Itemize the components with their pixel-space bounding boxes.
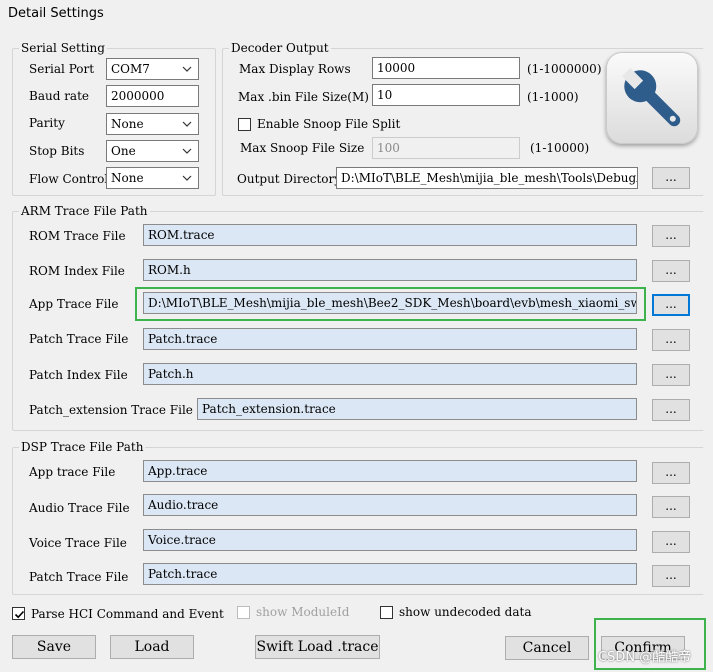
flow-control-value: None [111, 171, 144, 185]
max-bin-size-range: (1-1000) [527, 90, 579, 104]
output-directory-input[interactable]: D:\MIoT\BLE_Mesh\mijia_ble_mesh\Tools\De… [336, 167, 638, 189]
arm-trace-title: ARM Trace File Path [19, 204, 150, 218]
max-snoop-size-input[interactable]: 100 [372, 137, 520, 159]
flow-control-label: Flow Control [29, 172, 109, 186]
max-bin-size-label: Max .bin File Size(M) [238, 90, 369, 104]
dsp-app-trace-input[interactable]: App.trace [143, 460, 637, 482]
max-display-rows-input[interactable]: 10000 [372, 57, 520, 79]
show-moduleid-checkbox[interactable] [237, 606, 250, 619]
voice-trace-label: Voice Trace File [29, 536, 127, 550]
patch-index-label: Patch Index File [29, 368, 128, 382]
voice-trace-browse-button[interactable]: ... [652, 531, 690, 553]
rom-index-label: ROM Index File [29, 264, 125, 278]
window-title: Detail Settings [8, 6, 104, 21]
dsp-app-trace-browse-button[interactable]: ... [652, 462, 690, 484]
snoop-split-checkbox[interactable] [238, 118, 251, 131]
show-undecoded-checkbox[interactable] [380, 606, 393, 619]
rom-index-browse-button[interactable]: ... [652, 260, 690, 282]
flow-control-select[interactable]: None [106, 167, 199, 189]
max-snoop-size-range: (1-10000) [530, 141, 590, 155]
output-directory-label: Output Directory [237, 172, 342, 186]
audio-trace-browse-button[interactable]: ... [652, 496, 690, 518]
dsp-patch-trace-input[interactable]: Patch.trace [143, 563, 637, 585]
rom-index-input[interactable]: ROM.h [143, 259, 637, 281]
patch-extension-trace-label: Patch_extension Trace File [29, 403, 193, 417]
output-directory-browse-button[interactable]: ... [652, 167, 690, 189]
parity-select[interactable]: None [106, 113, 199, 135]
show-moduleid-label: show ModuleId [256, 605, 350, 619]
voice-trace-input[interactable]: Voice.trace [143, 529, 637, 551]
dsp-patch-trace-label: Patch Trace File [29, 570, 129, 584]
max-bin-size-input[interactable]: 10 [372, 84, 520, 106]
parse-hci-checkbox[interactable] [12, 607, 25, 620]
audio-trace-input[interactable]: Audio.trace [143, 494, 637, 516]
stop-bits-select[interactable]: One [106, 140, 199, 162]
chevron-down-icon [182, 148, 192, 154]
watermark-text: CSDN @酷酷帝 [598, 650, 692, 665]
patch-trace-label: Patch Trace File [29, 332, 129, 346]
patch-extension-trace-browse-button[interactable]: ... [652, 399, 690, 421]
stop-bits-value: One [111, 144, 136, 158]
dsp-patch-trace-browse-button[interactable]: ... [652, 565, 690, 587]
snoop-split-label: Enable Snoop File Split [257, 117, 401, 131]
chevron-down-icon [182, 175, 192, 181]
patch-index-browse-button[interactable]: ... [652, 364, 690, 386]
serial-port-value: COM7 [111, 62, 150, 76]
load-button[interactable]: Load [110, 635, 194, 659]
app-trace-browse-button[interactable]: ... [652, 294, 690, 316]
patch-trace-browse-button[interactable]: ... [652, 329, 690, 351]
cancel-button[interactable]: Cancel [505, 636, 589, 660]
patch-index-input[interactable]: Patch.h [143, 363, 637, 385]
max-display-rows-label: Max Display Rows [239, 62, 351, 76]
chevron-down-icon [182, 121, 192, 127]
swift-load-button[interactable]: Swift Load .trace [255, 635, 380, 659]
rom-trace-input[interactable]: ROM.trace [143, 224, 637, 246]
save-button[interactable]: Save [12, 635, 96, 659]
parse-hci-label: Parse HCI Command and Event [31, 607, 224, 621]
audio-trace-label: Audio Trace File [29, 501, 130, 515]
wrench-icon [606, 52, 698, 144]
app-trace-label: App Trace File [29, 297, 119, 311]
patch-trace-input[interactable]: Patch.trace [143, 328, 637, 350]
max-snoop-size-label: Max Snoop File Size [240, 141, 365, 155]
chevron-down-icon [182, 66, 192, 72]
wrench-glyph [621, 67, 681, 127]
dsp-app-trace-label: App trace File [29, 465, 116, 479]
baud-rate-input[interactable]: 2000000 [106, 85, 199, 107]
parity-label: Parity [29, 116, 65, 130]
parity-value: None [111, 117, 144, 131]
serial-port-select[interactable]: COM7 [106, 58, 199, 80]
decoder-output-title: Decoder Output [229, 41, 331, 55]
dsp-trace-title: DSP Trace File Path [19, 440, 146, 454]
stop-bits-label: Stop Bits [29, 144, 85, 158]
serial-setting-title: Serial Setting [19, 41, 107, 55]
rom-trace-label: ROM Trace File [29, 229, 126, 243]
max-display-rows-range: (1-1000000) [527, 62, 602, 76]
baud-rate-label: Baud rate [29, 89, 90, 103]
checkmark-icon [14, 610, 25, 619]
rom-trace-browse-button[interactable]: ... [652, 225, 690, 247]
app-trace-input[interactable]: D:\MIoT\BLE_Mesh\mijia_ble_mesh\Bee2_SDK… [143, 292, 637, 314]
patch-extension-trace-input[interactable]: Patch_extension.trace [197, 398, 637, 420]
show-undecoded-label: show undecoded data [399, 605, 532, 619]
serial-port-label: Serial Port [29, 62, 95, 76]
